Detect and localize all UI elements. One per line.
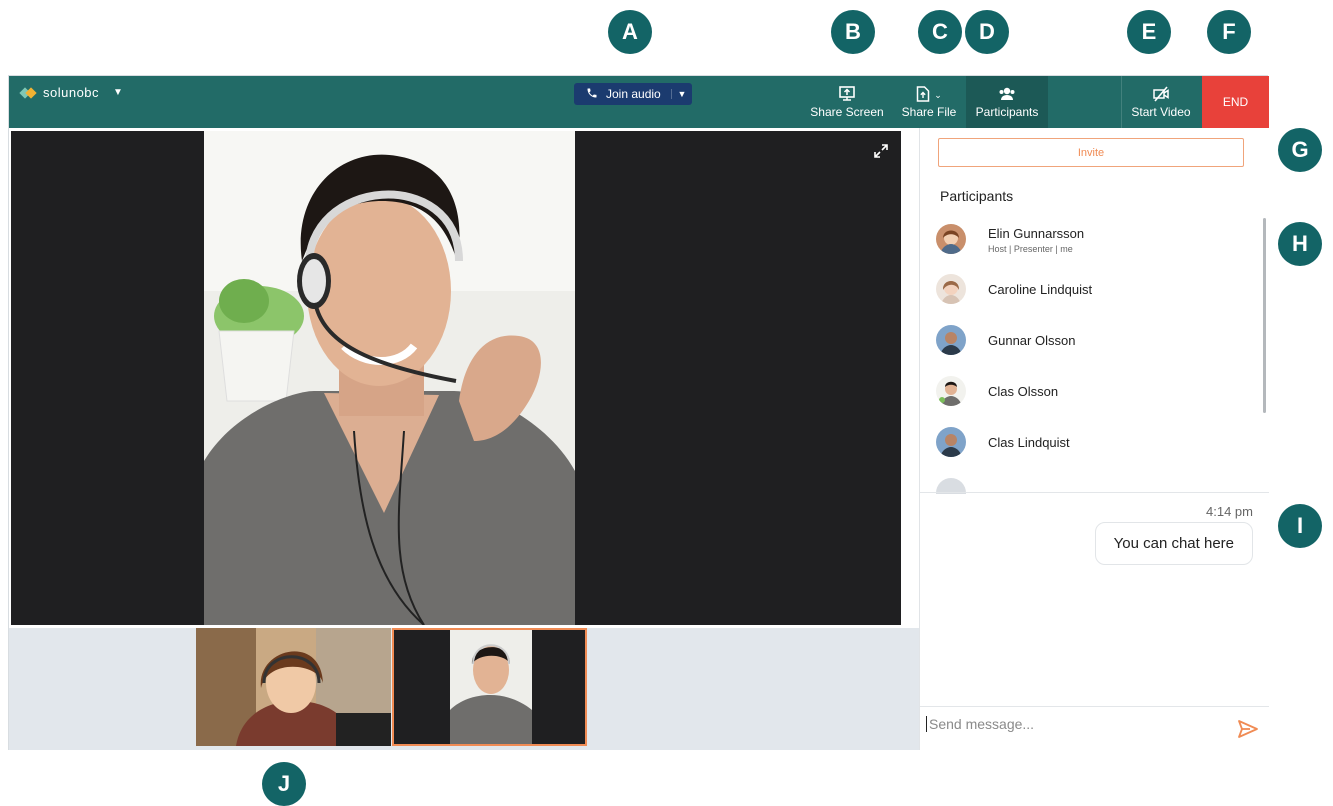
send-icon[interactable] [1237, 719, 1259, 739]
callout-i: I [1278, 504, 1322, 548]
callout-e: E [1127, 10, 1171, 54]
share-file-caret-icon: ⌄ [934, 89, 942, 100]
end-label: END [1222, 95, 1249, 109]
logo-icon [19, 86, 37, 99]
chat-message-bubble: You can chat here [1094, 522, 1253, 565]
join-audio-button[interactable]: Join audio ▼ [574, 83, 692, 105]
video-off-icon [1153, 85, 1169, 102]
participants-scrollbar[interactable] [1263, 218, 1266, 413]
callout-b: B [831, 10, 875, 54]
video-thumbnail-strip [9, 628, 919, 750]
callout-g: G [1278, 128, 1322, 172]
chat-message-input[interactable]: Send message... [926, 716, 1219, 732]
participant-name: Clas Lindquist [988, 434, 1070, 450]
callout-f: F [1207, 10, 1251, 54]
top-toolbar: solunobc ▼ Join audio ▼ Share Screen ⌄ S… [9, 76, 1269, 128]
share-file-icon [916, 85, 930, 102]
logo-text: solunobc [43, 85, 100, 100]
chat-divider [920, 492, 1269, 493]
main-video-stage [11, 131, 901, 625]
participant-item[interactable]: Caroline Lindquist [936, 264, 1256, 314]
right-sidebar: Invite Participants Elin Gunnarsson Host… [919, 128, 1269, 750]
share-screen-button[interactable]: Share Screen [807, 76, 887, 128]
participant-item[interactable]: Gunnar Olsson [936, 315, 1256, 365]
share-screen-icon [839, 85, 855, 101]
app-logo-menu[interactable]: solunobc ▼ [19, 85, 124, 100]
participant-item-partial[interactable] [936, 468, 1256, 494]
start-video-button[interactable]: Start Video [1123, 76, 1199, 128]
participant-item[interactable]: Clas Olsson [936, 366, 1256, 416]
participants-button[interactable]: Participants [966, 76, 1048, 128]
share-file-label: Share File [901, 104, 957, 119]
chat-input-row: Send message... [920, 706, 1269, 751]
participants-title: Participants [940, 188, 1014, 204]
avatar [936, 224, 966, 254]
start-video-label: Start Video [1131, 104, 1191, 119]
video-thumbnail[interactable] [196, 628, 391, 746]
participant-name: Clas Olsson [988, 383, 1059, 399]
active-speaker-video [204, 131, 575, 625]
caret-down-icon: ▼ [113, 87, 124, 98]
participant-name: Elin Gunnarsson [988, 225, 1085, 241]
join-audio-label: Join audio [606, 87, 661, 101]
callout-j: J [262, 762, 306, 806]
toolbar-divider [1121, 76, 1122, 128]
avatar [936, 325, 966, 355]
share-file-button[interactable]: ⌄ Share File [895, 76, 963, 128]
callout-a: A [608, 10, 652, 54]
chat-timestamp: 4:14 pm [1206, 504, 1253, 519]
avatar [936, 427, 966, 457]
callout-h: H [1278, 222, 1322, 266]
avatar [936, 376, 966, 406]
invite-button[interactable]: Invite [938, 138, 1244, 167]
participant-item[interactable]: Clas Lindquist [936, 417, 1256, 467]
video-thumbnail-selected[interactable] [392, 628, 587, 746]
callout-d: D [965, 10, 1009, 54]
participant-name: Gunnar Olsson [988, 332, 1076, 348]
callout-c: C [918, 10, 962, 54]
participants-icon [999, 87, 1015, 100]
participant-item[interactable]: Elin Gunnarsson Host | Presenter | me [936, 214, 1256, 264]
participant-name: Caroline Lindquist [988, 281, 1093, 297]
invite-label: Invite [1077, 146, 1105, 159]
join-audio-dropdown-icon[interactable]: ▼ [671, 89, 692, 99]
avatar [936, 274, 966, 304]
participants-list: Elin Gunnarsson Host | Presenter | me Ca… [920, 214, 1260, 494]
expand-icon[interactable] [873, 143, 889, 159]
end-meeting-button[interactable]: END [1202, 76, 1269, 128]
meeting-window: solunobc ▼ Join audio ▼ Share Screen ⌄ S… [8, 75, 1269, 750]
share-screen-label: Share Screen [810, 104, 884, 119]
phone-icon [586, 87, 600, 102]
participant-role: Host | Presenter | me [988, 243, 1073, 254]
participants-label: Participants [975, 104, 1039, 119]
